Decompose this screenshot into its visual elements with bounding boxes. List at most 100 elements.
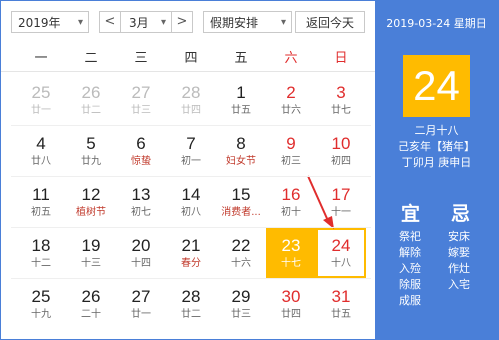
weekday-label: 日: [334, 51, 348, 66]
yi-list: 祭祀 解除 入殓 除服 成服: [399, 229, 421, 309]
weekday-label: 五: [234, 51, 248, 66]
day-cell[interactable]: 7 初一: [166, 126, 216, 176]
lunar-label: 廿一: [31, 105, 51, 116]
day-cell[interactable]: 9 初三: [266, 126, 316, 176]
lunar-label: 十一: [331, 207, 351, 218]
lunar-label: 廿七: [331, 105, 351, 116]
lunar-label: 惊蛰: [131, 156, 151, 167]
day-cell[interactable]: 31 廿五: [316, 279, 366, 329]
yi-label: 宜: [401, 203, 421, 225]
calendar-main: 2019年 ▾ < 3月 ▾ > 假期安排 ▾ 返回今天 一二三四五六日 25 廿…: [1, 1, 375, 339]
lunar-label: 廿四: [281, 309, 301, 320]
day-number: 27: [131, 287, 151, 306]
day-cell[interactable]: 30 廿四: [266, 279, 316, 329]
row-divider: [11, 227, 371, 228]
day-detail-panel: 2019-03-24 星期日 24 二月十八 己亥年【猪年】 丁卯月 庚申日 宜…: [375, 1, 498, 339]
lunar-label: 廿三: [231, 309, 251, 320]
holiday-select-value: 假期安排: [210, 16, 259, 30]
month-day-ganzhi: 丁卯月 庚申日: [401, 156, 472, 169]
chevron-down-icon: ▾: [77, 17, 83, 28]
lunar-label: 初三: [281, 156, 301, 167]
ji-item: 嫁娶: [448, 246, 470, 259]
month-select[interactable]: 3月 ▾: [120, 11, 172, 33]
weekday-label: 四: [184, 51, 198, 66]
lunar-label: 十四: [131, 258, 151, 269]
lunar-label: 初八: [181, 207, 201, 218]
day-cell[interactable]: 28 廿四: [166, 75, 216, 125]
day-cell[interactable]: 4 廿八: [16, 126, 66, 176]
day-cell[interactable]: 22 十六: [216, 228, 266, 278]
yi-item: 祭祀: [399, 230, 421, 243]
day-number: 7: [186, 134, 196, 153]
day-number: 18: [31, 236, 51, 255]
day-cell-today[interactable]: 23 十七: [266, 228, 316, 278]
year-select[interactable]: 2019年 ▾: [11, 11, 89, 33]
day-cell[interactable]: 3 廿七: [316, 75, 366, 125]
day-cell[interactable]: 8 妇女节: [216, 126, 266, 176]
holiday-select[interactable]: 假期安排 ▾: [203, 11, 292, 33]
day-number: 9: [286, 134, 296, 153]
day-cell[interactable]: 18 十二: [16, 228, 66, 278]
chevron-down-icon: ▾: [160, 17, 166, 28]
day-cell[interactable]: 26 廿二: [66, 75, 116, 125]
day-cell[interactable]: 1 廿五: [216, 75, 266, 125]
calendar-grid: 25 廿一 26 廿二 27 廿三 28 廿四 1 廿五 2 廿六 3 廿七 4 廿八 5 廿九 6 惊蛰 7 初一 8 妇女…: [16, 75, 366, 339]
ji-item: 作灶: [448, 262, 470, 275]
next-month-button[interactable]: >: [171, 11, 193, 33]
day-number: 4: [36, 134, 46, 153]
day-cell[interactable]: 6 惊蛰: [116, 126, 166, 176]
day-cell[interactable]: 27 廿三: [116, 75, 166, 125]
ji-label: 忌: [451, 203, 471, 225]
day-cell[interactable]: 2 廿六: [266, 75, 316, 125]
day-cell[interactable]: 15 消费者...: [216, 177, 266, 227]
ji-list: 安床 嫁娶 作灶 入宅: [448, 229, 470, 293]
day-number: 22: [231, 236, 251, 255]
day-cell[interactable]: 11 初五: [16, 177, 66, 227]
day-cell[interactable]: 27 廿一: [116, 279, 166, 329]
day-cell[interactable]: 14 初八: [166, 177, 216, 227]
lunar-label: 二十: [81, 309, 101, 320]
lunar-label: 初五: [31, 207, 51, 218]
day-cell[interactable]: 13 初七: [116, 177, 166, 227]
day-cell[interactable]: 5 廿九: [66, 126, 116, 176]
lunar-label: 初四: [331, 156, 351, 167]
day-number: 10: [331, 134, 351, 153]
day-cell[interactable]: 28 廿二: [166, 279, 216, 329]
lunar-label: 廿四: [181, 105, 201, 116]
day-number: 23: [281, 236, 301, 255]
day-number: 29: [231, 287, 251, 306]
prev-month-button[interactable]: <: [99, 11, 121, 33]
yi-item: 除服: [399, 278, 421, 291]
day-cell[interactable]: 21 春分: [166, 228, 216, 278]
row-divider: [11, 125, 371, 126]
day-number: 6: [136, 134, 146, 153]
day-cell[interactable]: 12 植树节: [66, 177, 116, 227]
yi-item: 入殓: [399, 262, 421, 275]
weekday-label: 一: [34, 51, 48, 66]
lunar-label: 春分: [181, 258, 201, 269]
day-cell[interactable]: 10 初四: [316, 126, 366, 176]
yi-item: 成服: [399, 294, 421, 307]
day-number: 20: [131, 236, 151, 255]
day-cell[interactable]: 16 初十: [266, 177, 316, 227]
day-cell[interactable]: 20 十四: [116, 228, 166, 278]
day-number: 5: [86, 134, 96, 153]
lunar-label: 十九: [31, 309, 51, 320]
lunar-label: 廿五: [331, 309, 351, 320]
day-number: 26: [81, 287, 101, 306]
day-cell[interactable]: 29 廿三: [216, 279, 266, 329]
day-cell[interactable]: 19 十三: [66, 228, 116, 278]
back-to-today-button[interactable]: 返回今天: [295, 11, 365, 33]
ji-item: 入宅: [448, 278, 470, 291]
lunar-label: 廿二: [181, 309, 201, 320]
day-cell[interactable]: 25 十九: [16, 279, 66, 329]
day-cell-selected[interactable]: 24 十八: [316, 228, 366, 278]
day-number: 28: [181, 287, 201, 306]
day-cell[interactable]: 25 廿一: [16, 75, 66, 125]
lunar-label: 十三: [81, 258, 101, 269]
day-number: 19: [81, 236, 101, 255]
day-cell[interactable]: 26 二十: [66, 279, 116, 329]
day-cell[interactable]: 17 十一: [316, 177, 366, 227]
lunar-label: 廿九: [81, 156, 101, 167]
row-divider: [11, 176, 371, 177]
